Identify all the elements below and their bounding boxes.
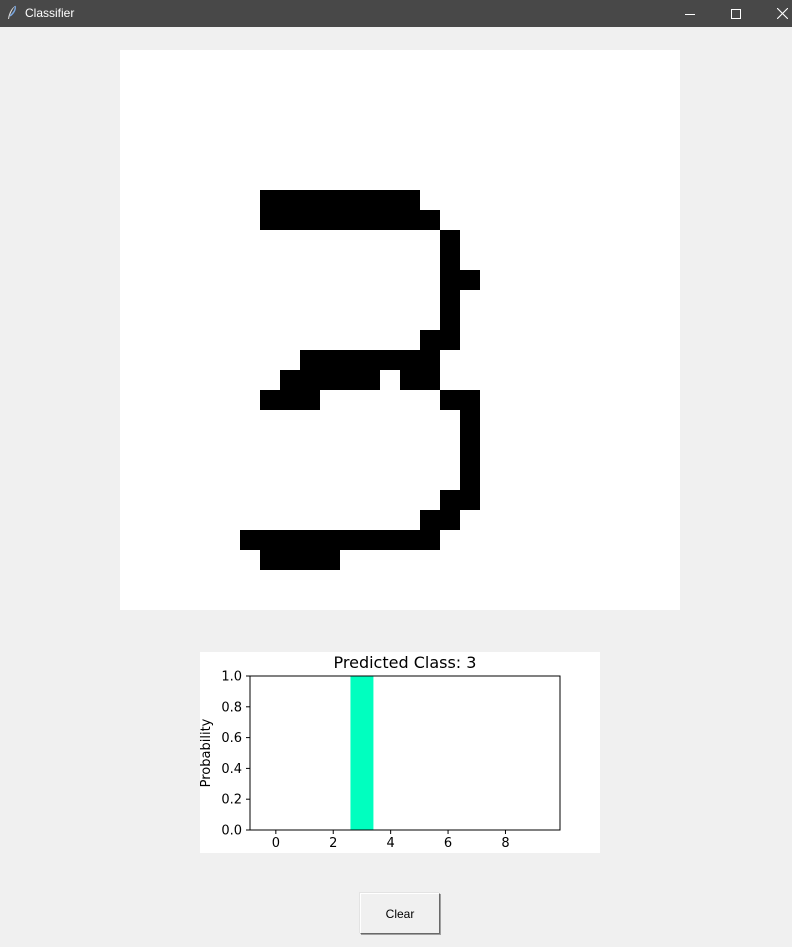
ink-pixel bbox=[420, 530, 440, 550]
x-tick-label: 6 bbox=[444, 836, 452, 851]
ink-pixel bbox=[320, 190, 340, 210]
ink-pixel bbox=[300, 530, 320, 550]
ink-pixel bbox=[440, 510, 460, 530]
close-button[interactable] bbox=[759, 0, 792, 27]
close-icon bbox=[776, 8, 788, 19]
ink-pixel bbox=[360, 370, 380, 390]
ink-pixel bbox=[300, 390, 320, 410]
ink-pixel bbox=[400, 370, 420, 390]
minimize-icon bbox=[685, 9, 695, 19]
ink-pixel bbox=[280, 210, 300, 230]
ink-pixel bbox=[440, 390, 460, 410]
window-title: Classifier bbox=[25, 6, 75, 20]
ink-pixel bbox=[260, 210, 280, 230]
chart-title: Predicted Class: 3 bbox=[334, 653, 477, 672]
ink-pixel bbox=[300, 550, 320, 570]
axes-frame bbox=[249, 675, 561, 831]
ink-pixel bbox=[400, 190, 420, 210]
ink-pixel bbox=[280, 370, 300, 390]
ink-pixel bbox=[420, 510, 440, 530]
ink-pixel bbox=[400, 210, 420, 230]
ink-pixel bbox=[440, 330, 460, 350]
y-tick-label: 0.0 bbox=[221, 824, 242, 839]
x-tick-label: 8 bbox=[501, 836, 509, 851]
ink-pixel bbox=[440, 230, 460, 250]
ink-pixel bbox=[380, 190, 400, 210]
ink-pixel bbox=[340, 210, 360, 230]
ink-pixel bbox=[360, 530, 380, 550]
ink-pixel bbox=[320, 210, 340, 230]
ink-pixel bbox=[460, 410, 480, 430]
ink-pixel bbox=[420, 210, 440, 230]
ink-pixel bbox=[320, 550, 340, 570]
x-tick-label: 0 bbox=[272, 836, 280, 851]
ink-pixel bbox=[400, 530, 420, 550]
ink-pixel bbox=[300, 350, 320, 370]
probability-chart-svg: Predicted Class: 3 0 2 4 6 8 0.0 0.2 0.4 0.6 0.8 1.… bbox=[200, 653, 561, 851]
ink-pixel bbox=[240, 530, 260, 550]
ink-pixel bbox=[300, 370, 320, 390]
ink-pixel bbox=[340, 350, 360, 370]
ink-pixel bbox=[360, 350, 380, 370]
x-tick-label: 4 bbox=[387, 836, 395, 851]
ink-pixel bbox=[300, 210, 320, 230]
maximize-button[interactable] bbox=[713, 0, 759, 27]
feather-icon bbox=[6, 5, 18, 21]
ink-pixel bbox=[380, 350, 400, 370]
ink-pixel bbox=[400, 350, 420, 370]
minimize-button[interactable] bbox=[667, 0, 713, 27]
ink-pixel bbox=[460, 270, 480, 290]
ink-pixel bbox=[460, 490, 480, 510]
ink-pixel bbox=[440, 270, 460, 290]
ink-pixel bbox=[280, 390, 300, 410]
ink-pixel bbox=[280, 190, 300, 210]
ink-pixel bbox=[420, 370, 440, 390]
ink-pixel bbox=[340, 530, 360, 550]
ink-pixel bbox=[260, 550, 280, 570]
ink-pixel bbox=[440, 250, 460, 270]
ink-pixel bbox=[380, 530, 400, 550]
ink-pixel bbox=[320, 370, 340, 390]
maximize-icon bbox=[731, 8, 741, 19]
ink-pixel bbox=[280, 550, 300, 570]
y-tick-label: 0.6 bbox=[221, 731, 242, 746]
probability-chart: Predicted Class: 3 0 2 4 6 8 0.0 0.2 0.4 0.6 0.8 1.… bbox=[200, 652, 600, 853]
y-tick-label: 0.4 bbox=[221, 762, 242, 777]
ink-pixel bbox=[260, 190, 280, 210]
ink-pixel bbox=[320, 530, 340, 550]
ink-pixel bbox=[340, 190, 360, 210]
ink-pixel bbox=[260, 530, 280, 550]
ink-pixel bbox=[300, 190, 320, 210]
ink-pixel bbox=[440, 290, 460, 310]
digit-drawing bbox=[240, 190, 480, 570]
ink-pixel bbox=[460, 450, 480, 470]
drawing-canvas[interactable] bbox=[120, 50, 680, 610]
ink-pixel bbox=[360, 210, 380, 230]
clear-button[interactable]: Clear bbox=[360, 893, 440, 934]
ink-pixel bbox=[440, 490, 460, 510]
ink-pixel bbox=[380, 210, 400, 230]
y-tick-label: 1.0 bbox=[221, 670, 242, 685]
ink-pixel bbox=[260, 390, 280, 410]
ink-pixel bbox=[460, 390, 480, 410]
y-axis-label: Probability bbox=[200, 718, 214, 787]
ink-pixel bbox=[360, 190, 380, 210]
x-tick-label: 2 bbox=[329, 836, 337, 851]
y-tick-label: 0.2 bbox=[221, 793, 242, 808]
ink-pixel bbox=[440, 310, 460, 330]
ink-pixel bbox=[320, 350, 340, 370]
bar-class-3 bbox=[350, 676, 374, 830]
ink-pixel bbox=[460, 430, 480, 450]
ink-pixel bbox=[340, 370, 360, 390]
title-bar: Classifier bbox=[0, 0, 792, 27]
ink-pixel bbox=[420, 350, 440, 370]
ink-pixel bbox=[420, 330, 440, 350]
ink-pixel bbox=[280, 530, 300, 550]
y-tick-label: 0.8 bbox=[221, 700, 242, 715]
ink-pixel bbox=[460, 470, 480, 490]
